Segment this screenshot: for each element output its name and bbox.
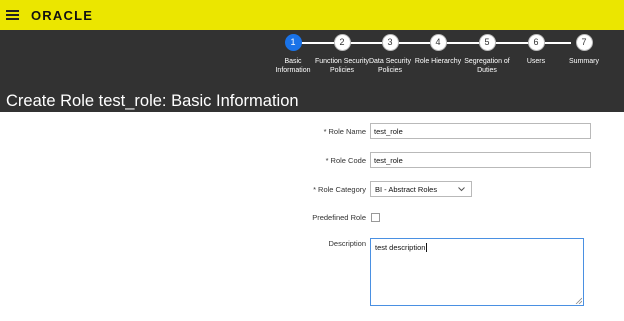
role-code-input[interactable]: test_role <box>370 152 591 168</box>
required-marker: * <box>313 185 317 194</box>
train-step-summary[interactable]: 7 Summary <box>534 34 624 66</box>
hamburger-menu-icon[interactable] <box>6 10 19 20</box>
role-code-label-text: Role Code <box>330 156 366 165</box>
role-category-label: * Role Category <box>290 185 366 194</box>
top-bar: ORACLE <box>0 0 624 30</box>
role-code-label: * Role Code <box>300 156 366 165</box>
description-label: Description <box>328 239 366 248</box>
description-value: test description <box>375 243 426 252</box>
predefined-role-checkbox[interactable] <box>371 213 380 222</box>
required-marker: * <box>323 127 327 136</box>
role-category-select[interactable]: BI - Abstract Roles <box>370 181 472 197</box>
required-marker: * <box>325 156 329 165</box>
step-number: 7 <box>575 34 593 51</box>
chevron-down-icon <box>458 182 465 201</box>
description-textarea[interactable]: test description <box>370 238 584 306</box>
page-title: Create Role test_role: Basic Information <box>6 92 299 110</box>
oracle-logo[interactable]: ORACLE <box>31 8 93 23</box>
role-category-value: BI - Abstract Roles <box>375 185 438 194</box>
page-header-band: 1 Basic Information 2 Function Security … <box>0 30 624 112</box>
role-name-label: * Role Name <box>300 127 366 136</box>
role-name-input[interactable]: test_role <box>370 123 591 139</box>
step-label: Summary <box>569 58 599 65</box>
role-category-label-text: Role Category <box>318 185 366 194</box>
resize-handle-icon[interactable] <box>575 297 582 304</box>
predefined-role-label: Predefined Role <box>312 213 366 222</box>
role-name-label-text: Role Name <box>328 127 366 136</box>
